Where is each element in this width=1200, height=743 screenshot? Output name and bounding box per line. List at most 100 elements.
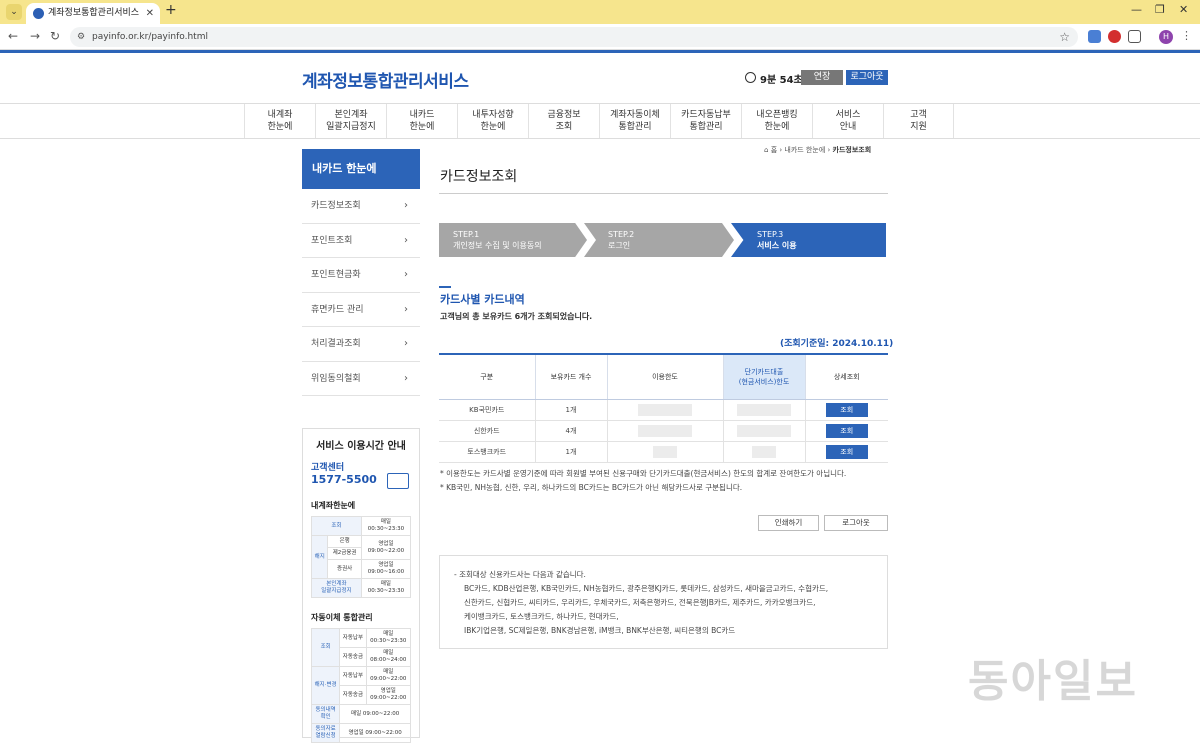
gnb-my-cards[interactable]: 내카드 한눈에 (386, 104, 457, 138)
chevron-right-icon: › (404, 269, 408, 280)
cash-limit-redacted (723, 441, 806, 463)
sidebar-item-points-cash[interactable]: 포인트현금화 › (302, 258, 420, 293)
session-timer: 9분 54초 (760, 75, 803, 86)
tab-search-icon[interactable]: ⌄ (6, 4, 22, 20)
service-section-autotransfer: 자동이체 통합관리 (311, 613, 373, 622)
profile-avatar[interactable]: H (1159, 30, 1173, 44)
gnb-customer-support[interactable]: 고객 지원 (883, 104, 954, 138)
cash-limit-redacted (723, 420, 806, 442)
chevron-right-icon: › (404, 234, 408, 246)
gnb-financial-info[interactable]: 금융정보 조회 (528, 104, 599, 138)
card-count: 1개 (535, 441, 608, 463)
service-hours-title: 서비스 이용시간 안내 (316, 441, 406, 452)
note-item: * 이용한도는 카드사별 운영기준에 따라 회원별 부여된 신용구매와 단기카드… (440, 469, 847, 478)
detail-view-button[interactable]: 조회 (825, 402, 868, 417)
card-company-info-box: - 조회대상 신용카드사는 다음과 같습니다. BC카드, KDB산업은행, K… (439, 555, 888, 649)
title-divider (439, 193, 888, 194)
step-indicator: STEP.1 개인정보 수집 및 이용동의 STEP.2 로그인 STEP.3 … (439, 223, 886, 257)
browser-menu-icon[interactable]: ⋮ (1181, 29, 1192, 42)
col-header-limit: 이용한도 (607, 353, 724, 400)
extend-session-button[interactable]: 연장 (801, 70, 843, 85)
back-icon[interactable]: ← (8, 29, 18, 43)
print-button[interactable]: 인쇄하기 (758, 515, 819, 531)
info-line: IBK기업은행, SC제일은행, BNK경남은행, iM뱅크, BNK부산은행,… (464, 626, 736, 635)
card-summary-table: 구분 보유카드 개수 이용한도 단기카드대출 (현금서비스)한도 상세조회 KB… (439, 353, 888, 463)
card-count: 4개 (535, 420, 608, 442)
detail-view-button[interactable]: 조회 (825, 444, 868, 459)
extensions-puzzle-icon[interactable] (1128, 30, 1141, 43)
step-2: STEP.2 로그인 (584, 223, 734, 257)
page-title: 카드정보조회 (440, 169, 518, 185)
gnb-my-accounts[interactable]: 내계좌 한눈에 (244, 104, 315, 138)
watermark: 동아일보 (968, 656, 1138, 707)
home-icon[interactable]: ⌂ (764, 146, 768, 154)
url-field[interactable]: ⚙ payinfo.or.kr/payinfo.html ☆ (70, 27, 1078, 47)
site-header: 계좌정보통합관리서비스 9분 54초 연장 로그아웃 (0, 53, 1200, 103)
breadcrumb-level1[interactable]: 내카드 한눈에 (784, 146, 825, 154)
sidebar-title: 내카드 한눈에 (302, 149, 420, 189)
info-line: 신한카드, 신협카드, 씨티카드, 우리카드, 우체국카드, 저축은행카드, 전… (464, 598, 816, 607)
table-row: KB국민카드 1개 조회 (439, 399, 888, 421)
chevron-right-icon: › (404, 303, 408, 315)
step-3-active: STEP.3 서비스 이용 (731, 223, 886, 257)
usage-limit-redacted (607, 441, 724, 463)
gnb-investment[interactable]: 내투자성향 한눈에 (457, 104, 528, 138)
chevron-right-icon: › (404, 338, 408, 349)
card-company: KB국민카드 (439, 399, 536, 421)
reload-icon[interactable]: ↻ (50, 29, 60, 43)
global-nav: 내계좌 한눈에 본인계좌 일괄지급정지 내카드 한눈에 내투자성향 한눈에 금융… (0, 103, 1200, 139)
window-close-icon[interactable]: ✕ (1179, 3, 1188, 16)
breadcrumb: ⌂ 홈 › 내카드 한눈에 › 카드정보조회 (764, 146, 872, 154)
gnb-open-banking[interactable]: 내오픈뱅킹 한눈에 (741, 104, 812, 138)
tab-title: 계좌정보통합관리서비스 (48, 8, 140, 18)
usage-limit-redacted (607, 420, 724, 442)
info-line: 케이뱅크카드, 토스뱅크카드, 하나카드, 현대카드, (464, 612, 619, 621)
customer-center-label: 고객센터 (311, 463, 345, 473)
card-icon (387, 473, 409, 489)
new-tab-icon[interactable]: + (165, 2, 177, 18)
maximize-icon[interactable]: ❐ (1155, 3, 1165, 16)
extension-icon[interactable] (1088, 30, 1101, 43)
chevron-right-icon: › (404, 200, 408, 211)
gnb-card-autopay[interactable]: 카드자동납부 통합관리 (670, 104, 741, 138)
info-intro: - 조회대상 신용카드사는 다음과 같습니다. (454, 570, 586, 579)
breadcrumb-home[interactable]: 홈 (771, 146, 777, 154)
browser-tabbar: ⌄ 계좌정보통합관리서비스 ✕ + — ❐ ✕ (0, 0, 1200, 24)
extension-opera-icon[interactable] (1108, 30, 1121, 43)
usage-limit-redacted (607, 399, 724, 421)
note-item: * KB국민, NH농협, 신한, 우리, 하나카드의 BC카드는 BC카드가 … (440, 483, 743, 492)
cash-limit-redacted (723, 399, 806, 421)
service-hours-box: 서비스 이용시간 안내 고객센터 1577-5500 내계좌한눈에 조회 매일 0… (302, 428, 420, 743)
browser-tab[interactable]: 계좌정보통합관리서비스 ✕ (26, 3, 160, 24)
info-line: BC카드, KDB산업은행, KB국민카드, NH농협카드, 광주은행KJ카드,… (464, 584, 829, 593)
query-date: (조회기준일: 2024.10.11) (780, 339, 894, 349)
detail-view-button[interactable]: 조회 (825, 423, 868, 438)
logout-button-top[interactable]: 로그아웃 (846, 70, 888, 85)
gnb-account-stop[interactable]: 본인계좌 일괄지급정지 (315, 104, 386, 138)
forward-icon[interactable]: → (30, 29, 40, 43)
site-info-icon[interactable]: ⚙ (77, 27, 85, 47)
minimize-icon[interactable]: — (1131, 3, 1142, 16)
section-description: 고객님의 총 보유카드 6개가 조회되었습니다. (440, 312, 593, 321)
gnb-auto-transfer[interactable]: 계좌자동이체 통합관리 (599, 104, 670, 138)
chevron-right-icon: › (404, 372, 408, 384)
service-hours-table-accounts: 조회 매일 00:30~23:30 해지 은행 영업일 09:00~22:00 제2금… (310, 516, 412, 598)
clock-icon (745, 72, 756, 83)
sidebar-item-revoke[interactable]: 위임동의철회 › (302, 362, 420, 396)
gnb-service-guide[interactable]: 서비스 안내 (812, 104, 883, 138)
sidebar-item-dormant[interactable]: 휴면카드 관리 › (302, 293, 420, 327)
table-row: 토스뱅크카드 1개 조회 (439, 441, 888, 463)
logout-button[interactable]: 로그아웃 (824, 515, 888, 531)
col-header-detail: 상세조회 (805, 353, 888, 400)
notes: * 이용한도는 카드사별 운영기준에 따라 회원별 부여된 신용구매와 단기카드… (440, 468, 880, 496)
service-section-accounts: 내계좌한눈에 (311, 501, 356, 510)
url-text: payinfo.or.kr/payinfo.html (92, 32, 208, 42)
site-logo[interactable]: 계좌정보통합관리서비스 (302, 67, 469, 92)
tab-close-icon[interactable]: ✕ (146, 3, 154, 24)
sidebar-item-results[interactable]: 처리결과조회 › (302, 327, 420, 362)
card-company: 신한카드 (439, 420, 536, 442)
bookmark-star-icon[interactable]: ☆ (1059, 27, 1070, 47)
sidebar-item-card-info[interactable]: 카드정보조회 › (302, 189, 420, 224)
sidebar-item-points[interactable]: 포인트조회 › (302, 224, 420, 258)
step-1: STEP.1 개인정보 수집 및 이용동의 (439, 223, 587, 257)
